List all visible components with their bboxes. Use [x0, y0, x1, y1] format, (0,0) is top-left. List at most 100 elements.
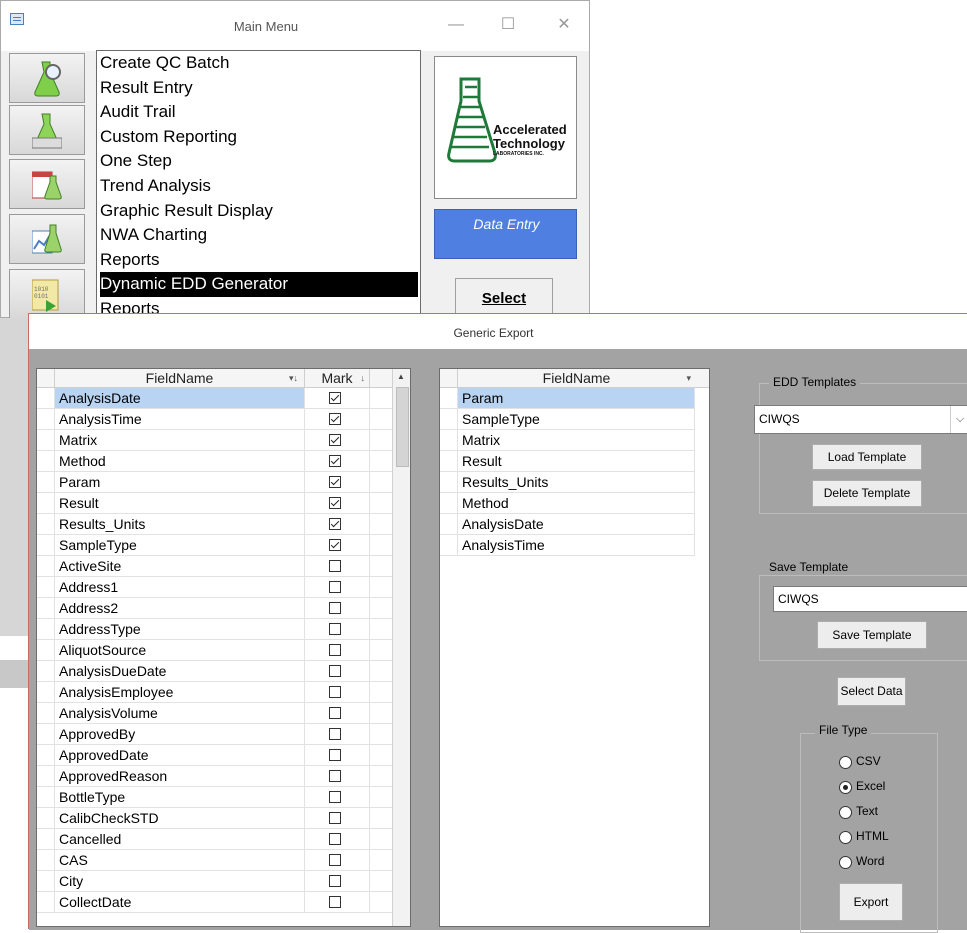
checkbox-checked[interactable]: [329, 455, 341, 467]
mark-cell[interactable]: [305, 577, 370, 597]
table-row[interactable]: City: [37, 871, 392, 892]
row-selector[interactable]: [37, 430, 55, 450]
checkbox[interactable]: [329, 686, 341, 698]
vertical-scrollbar[interactable]: ▲: [392, 369, 410, 926]
row-selector[interactable]: [440, 451, 458, 471]
mark-cell[interactable]: [305, 619, 370, 639]
fieldname-cell[interactable]: Matrix: [55, 430, 305, 450]
table-row[interactable]: Param: [37, 472, 392, 493]
mark-cell[interactable]: [305, 724, 370, 744]
dropdown-arrow-icon[interactable]: ▾: [686, 369, 691, 387]
fieldname-cell[interactable]: ApprovedDate: [55, 745, 305, 765]
table-row[interactable]: Cancelled: [37, 829, 392, 850]
row-selector[interactable]: [37, 703, 55, 723]
audit-trail-button[interactable]: [9, 159, 85, 209]
fieldname-column-header[interactable]: FieldName ▾: [458, 369, 695, 387]
checkbox[interactable]: [329, 728, 341, 740]
row-selector[interactable]: [37, 556, 55, 576]
table-row[interactable]: Method: [440, 493, 695, 514]
menu-item[interactable]: Create QC Batch: [100, 51, 418, 76]
checkbox[interactable]: [329, 749, 341, 761]
row-selector[interactable]: [37, 871, 55, 891]
row-selector[interactable]: [37, 787, 55, 807]
fieldname-cell[interactable]: AnalysisVolume: [55, 703, 305, 723]
row-selector[interactable]: [37, 598, 55, 618]
table-row[interactable]: Param: [440, 388, 695, 409]
table-row[interactable]: AnalysisDueDate: [37, 661, 392, 682]
table-row[interactable]: SampleType: [440, 409, 695, 430]
save-template-button[interactable]: Save Template: [817, 621, 927, 649]
table-row[interactable]: ActiveSite: [37, 556, 392, 577]
fieldname-cell[interactable]: CalibCheckSTD: [55, 808, 305, 828]
table-row[interactable]: AnalysisEmployee: [37, 682, 392, 703]
checkbox[interactable]: [329, 644, 341, 656]
row-selector[interactable]: [37, 808, 55, 828]
row-selector[interactable]: [440, 493, 458, 513]
fieldname-cell[interactable]: Results_Units: [458, 472, 695, 492]
row-selector[interactable]: [37, 829, 55, 849]
fieldname-cell[interactable]: Address2: [55, 598, 305, 618]
maximize-icon[interactable]: ☐: [493, 15, 523, 35]
mark-cell[interactable]: [305, 682, 370, 702]
table-row[interactable]: Result: [37, 493, 392, 514]
table-row[interactable]: Address2: [37, 598, 392, 619]
table-row[interactable]: Method: [37, 451, 392, 472]
mark-cell[interactable]: [305, 892, 370, 912]
fieldname-cell[interactable]: ActiveSite: [55, 556, 305, 576]
result-entry-button[interactable]: [9, 105, 85, 155]
fieldname-cell[interactable]: AliquotSource: [55, 640, 305, 660]
chevron-down-icon[interactable]: ⌵: [950, 406, 967, 433]
checkbox[interactable]: [329, 875, 341, 887]
mark-cell[interactable]: [305, 640, 370, 660]
row-selector[interactable]: [37, 640, 55, 660]
load-template-button[interactable]: Load Template: [812, 444, 922, 470]
fieldname-cell[interactable]: SampleType: [458, 409, 695, 429]
table-row[interactable]: ApprovedReason: [37, 766, 392, 787]
row-selector[interactable]: [37, 514, 55, 534]
mark-cell[interactable]: [305, 556, 370, 576]
menu-item[interactable]: Trend Analysis: [100, 174, 418, 199]
row-selector[interactable]: [37, 892, 55, 912]
mark-cell[interactable]: [305, 703, 370, 723]
mark-cell[interactable]: [305, 871, 370, 891]
row-selector[interactable]: [440, 430, 458, 450]
table-row[interactable]: AnalysisVolume: [37, 703, 392, 724]
row-selector[interactable]: [440, 388, 458, 408]
mark-cell[interactable]: [305, 787, 370, 807]
row-selector[interactable]: [37, 766, 55, 786]
fieldname-cell[interactable]: Method: [458, 493, 695, 513]
table-row[interactable]: CollectDate: [37, 892, 392, 913]
table-row[interactable]: CalibCheckSTD: [37, 808, 392, 829]
main-menu-list[interactable]: Create QC Batch Result Entry Audit Trail…: [96, 50, 421, 319]
minimize-icon[interactable]: —: [441, 15, 471, 35]
mark-cell[interactable]: [305, 850, 370, 870]
row-selector[interactable]: [440, 409, 458, 429]
table-row[interactable]: ApprovedDate: [37, 745, 392, 766]
table-row[interactable]: CAS: [37, 850, 392, 871]
checkbox-checked[interactable]: [329, 413, 341, 425]
mark-cell[interactable]: [305, 451, 370, 471]
selected-fields-grid[interactable]: FieldName ▾ Param SampleType Matrix Result R…: [439, 368, 710, 927]
mark-cell[interactable]: [305, 514, 370, 534]
radio-button[interactable]: [839, 831, 852, 844]
row-selector[interactable]: [37, 682, 55, 702]
checkbox[interactable]: [329, 602, 341, 614]
fieldname-cell[interactable]: Param: [55, 472, 305, 492]
checkbox[interactable]: [329, 560, 341, 572]
table-row[interactable]: Address1: [37, 577, 392, 598]
table-row[interactable]: BottleType: [37, 787, 392, 808]
fieldname-cell[interactable]: SampleType: [55, 535, 305, 555]
mark-cell[interactable]: [305, 409, 370, 429]
radio-button-selected[interactable]: [839, 781, 852, 794]
menu-item[interactable]: NWA Charting: [100, 223, 418, 248]
fieldname-column-header[interactable]: FieldName ▾↓: [55, 369, 305, 387]
table-row[interactable]: Result: [440, 451, 695, 472]
table-row[interactable]: AnalysisTime: [37, 409, 392, 430]
checkbox[interactable]: [329, 770, 341, 782]
fieldname-cell[interactable]: Result: [55, 493, 305, 513]
radio-button[interactable]: [839, 806, 852, 819]
row-selector[interactable]: [37, 472, 55, 492]
table-row[interactable]: SampleType: [37, 535, 392, 556]
fieldname-cell[interactable]: Results_Units: [55, 514, 305, 534]
table-row[interactable]: ApprovedBy: [37, 724, 392, 745]
